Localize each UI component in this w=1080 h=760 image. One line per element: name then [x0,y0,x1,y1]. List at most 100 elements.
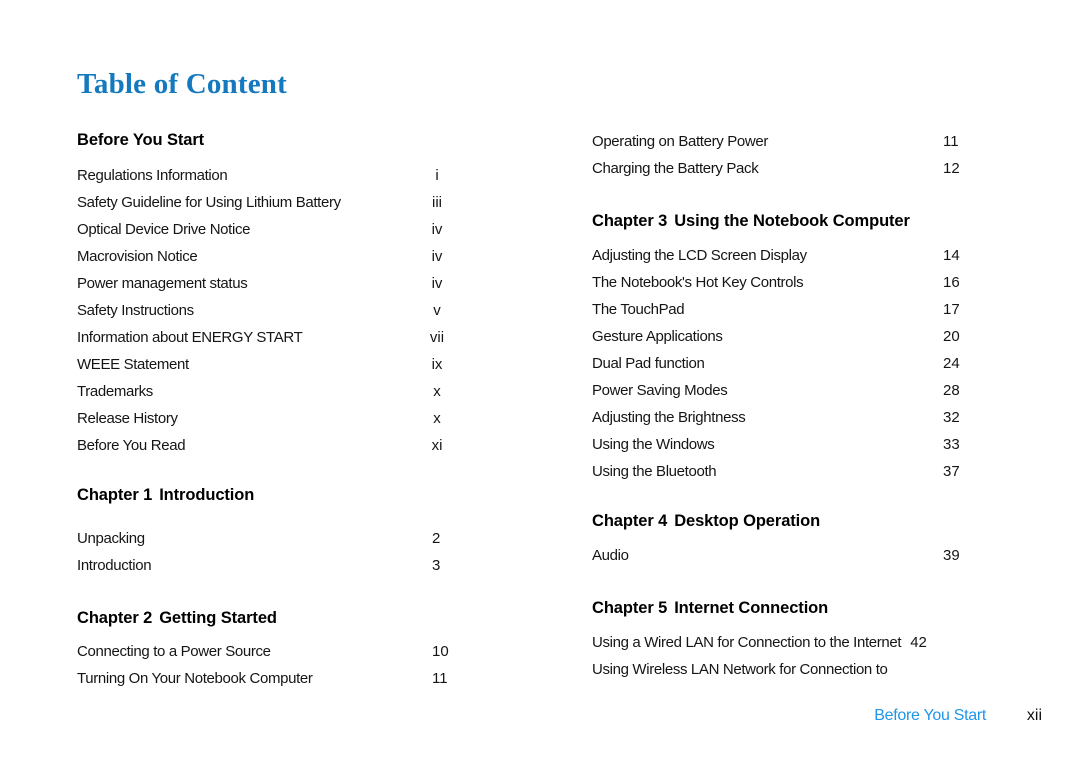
toc-entry[interactable]: Using the Windows 33 [592,436,960,456]
toc-entry[interactable]: Connecting to a Power Source 10 [77,643,449,663]
toc-entry-label: WEEE Statement [77,356,189,373]
toc-entry-page: ix [431,356,443,373]
toc-entry-page: 10 [432,643,449,660]
toc-entry-label: Using the Windows [592,436,715,453]
toc-entry-label: Macrovision Notice [77,248,198,265]
toc-entry-label: Using Wireless LAN Network for Connectio… [592,661,888,678]
toc-entry-page: 37 [943,463,960,480]
toc-column-right: Operating on Battery Power 11 Charging t… [592,0,992,760]
toc-entry-page: v [433,302,441,319]
section-heading-chapter-5: Chapter 5 Internet Connection [592,599,828,618]
section-heading-number: Chapter 3 [592,212,668,230]
toc-entry-label: Connecting to a Power Source [77,643,271,660]
toc-entry-page: 28 [943,382,960,399]
page-footer: Before You Start xii [0,707,1080,733]
toc-entry-label: Power Saving Modes [592,382,728,399]
toc-entry-label: Operating on Battery Power [592,133,768,150]
toc-entry[interactable]: Information about ENERGY START vii [77,329,444,349]
section-heading-name: Internet Connection [674,599,829,617]
toc-entry-page: 39 [943,547,960,564]
section-heading-chapter-3: Chapter 3 Using the Notebook Computer [592,212,910,231]
toc-entry-label: Regulations Information [77,167,228,184]
toc-entry[interactable]: Safety Guideline for Using Lithium Batte… [77,194,442,214]
toc-entry-label: The Notebook's Hot Key Controls [592,274,804,291]
section-heading-name: Using the Notebook Computer [674,212,910,230]
toc-entry[interactable]: Turning On Your Notebook Computer 11 [77,670,448,690]
toc-entry-label: Trademarks [77,383,153,400]
toc-entry[interactable]: Adjusting the LCD Screen Display 14 [592,247,960,267]
toc-entry-label: Charging the Battery Pack [592,160,759,177]
section-heading-number: Chapter 2 [77,609,153,627]
toc-entry[interactable]: Before You Read xi [77,437,442,457]
toc-entry[interactable]: Charging the Battery Pack 12 [592,160,960,180]
toc-entry-page: iii [432,194,442,211]
toc-entry-label: Safety Guideline for Using Lithium Batte… [77,194,341,211]
toc-entry[interactable]: Release History x [77,410,441,430]
toc-entry-page: 11 [943,133,959,150]
toc-entry-page: 20 [943,328,960,345]
toc-entry[interactable]: Using Wireless LAN Network for Connectio… [592,661,897,681]
toc-entry-label: Audio [592,547,629,564]
toc-entry[interactable]: Macrovision Notice iv [77,248,442,268]
toc-entry[interactable]: Adjusting the Brightness 32 [592,409,960,429]
toc-entry[interactable]: Safety Instructions v [77,302,441,322]
footer-page-number: xii [1026,707,1042,724]
toc-entry-page: 2 [432,530,441,547]
toc-entry[interactable]: Dual Pad function 24 [592,355,960,375]
toc-entry[interactable]: WEEE Statement ix [77,356,442,376]
toc-entry-label: Using a Wired LAN for Connection to the … [592,634,902,651]
section-heading-name: Before You Start [77,131,205,149]
toc-entry[interactable]: Power Saving Modes 28 [592,382,960,402]
toc-entry-page: 32 [943,409,960,426]
toc-entry-page: i [435,167,439,184]
section-heading-chapter-1: Chapter 1 Introduction [77,486,254,505]
footer-section-label: Before You Start [874,707,986,724]
toc-entry-page: iv [431,248,443,265]
toc-entry[interactable]: Using the Bluetooth 37 [592,463,960,483]
toc-entry-page: x [433,383,441,400]
toc-entry[interactable]: Introduction 3 [77,557,440,577]
section-heading-name: Desktop Operation [674,512,821,530]
toc-entry-label: Turning On Your Notebook Computer [77,670,313,687]
toc-entry-page: 14 [943,247,960,264]
toc-entry-label: Adjusting the LCD Screen Display [592,247,807,264]
toc-entry[interactable]: Power management status iv [77,275,442,295]
toc-entry-label: Power management status [77,275,248,292]
section-heading-name: Introduction [159,486,255,504]
section-heading-before-you-start: Before You Start [77,131,204,150]
toc-entry-page: 3 [432,557,441,574]
toc-entry-label: Safety Instructions [77,302,194,319]
section-heading-number: Chapter 4 [592,512,668,530]
toc-entry[interactable]: The TouchPad 17 [592,301,960,321]
section-heading-chapter-2: Chapter 2 Getting Started [77,609,277,628]
toc-entry-label: Introduction [77,557,152,574]
section-heading-number: Chapter 5 [592,599,668,617]
toc-entry-label: Before You Read [77,437,186,454]
toc-entry-page: 17 [943,301,960,318]
toc-entry-label: Release History [77,410,178,427]
toc-entry-page: vii [429,329,445,346]
toc-entry-page: iv [431,221,443,238]
toc-entry[interactable]: Gesture Applications 20 [592,328,960,348]
section-heading-chapter-4: Chapter 4 Desktop Operation [592,512,820,531]
toc-entry-label: Information about ENERGY START [77,329,303,346]
toc-entry-label: The TouchPad [592,301,685,318]
toc-entry[interactable]: The Notebook's Hot Key Controls 16 [592,274,960,294]
toc-entry-page: 16 [943,274,960,291]
toc-entry[interactable]: Using a Wired LAN for Connection to the … [592,634,927,654]
toc-entry-page: 24 [943,355,960,372]
toc-column-left: Before You Start Regulations Information… [77,0,477,760]
toc-entry-page: x [433,410,441,427]
toc-entry-page: 33 [943,436,960,453]
toc-entry-page: 12 [943,160,960,177]
toc-entry[interactable]: Operating on Battery Power 11 [592,133,959,153]
toc-entry[interactable]: Trademarks x [77,383,441,403]
toc-entry-page: iv [431,275,443,292]
toc-entry[interactable]: Optical Device Drive Notice iv [77,221,442,241]
toc-entry-label: Using the Bluetooth [592,463,717,480]
toc-entry-label: Optical Device Drive Notice [77,221,251,238]
toc-entry[interactable]: Regulations Information i [77,167,439,187]
toc-entry[interactable]: Audio 39 [592,547,960,567]
toc-entry[interactable]: Unpacking 2 [77,530,440,550]
toc-entry-label: Adjusting the Brightness [592,409,746,426]
